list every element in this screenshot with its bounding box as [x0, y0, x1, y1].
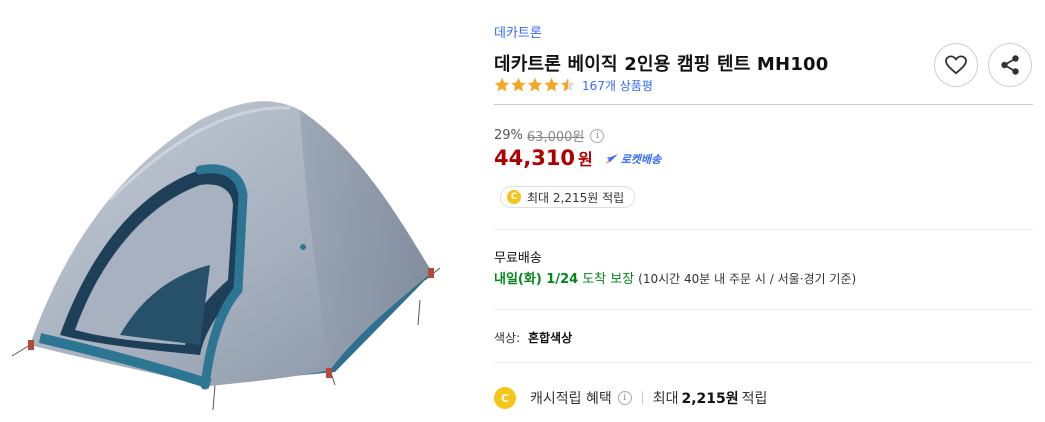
- star-rating: [494, 77, 576, 93]
- arrival-note: (10시간 40분 내 주문 시 / 서울·경기 기준): [638, 272, 857, 286]
- cash-benefit-label: 캐시적립 혜택: [530, 391, 612, 407]
- heart-icon: [945, 55, 967, 75]
- rocket-icon: [605, 154, 618, 164]
- divider: [494, 309, 1033, 310]
- cash-benefit-row: C 캐시적립 혜택 i 최대 2,215원 적립: [494, 387, 767, 409]
- review-count-link[interactable]: 167개 상품평: [582, 77, 653, 94]
- info-icon[interactable]: i: [590, 128, 605, 143]
- discount-rate: 29%: [494, 128, 523, 143]
- cash-benefit-amount: 2,215원: [681, 391, 739, 407]
- tent-illustration: [11, 101, 441, 411]
- separator: [641, 391, 643, 405]
- product-info-panel: 데카트론 데카트론 베이직 2인용 캠핑 텐트 MH100 167개 상품평 2…: [494, 0, 1034, 422]
- sale-price: 44,310: [494, 146, 576, 170]
- product-title: 데카트론 베이직 2인용 캠핑 텐트 MH100: [494, 54, 829, 75]
- original-price: 63,000원: [526, 130, 585, 145]
- brand-link[interactable]: 데카트론: [494, 22, 542, 41]
- product-image[interactable]: [0, 0, 460, 422]
- share-icon: [1001, 55, 1019, 75]
- price-discount-row: 29% 63,000원 i: [494, 126, 605, 145]
- divider: [494, 104, 1033, 105]
- coin-icon: C: [494, 387, 516, 409]
- divider: [494, 229, 1033, 230]
- shipping-fee-label: 무료배송: [494, 251, 542, 266]
- color-option-label: 색상:: [494, 331, 521, 345]
- sale-price-row: 44,310 원 로켓배송: [494, 146, 661, 170]
- arrival-date: 내일(화) 1/24: [494, 272, 579, 287]
- info-icon[interactable]: i: [617, 391, 632, 405]
- cash-reward-pill: C 최대 2,215원 적립: [500, 186, 636, 208]
- rocket-label: 로켓배송: [620, 153, 662, 166]
- stars-icon: [494, 77, 576, 92]
- color-option: 색상: 혼합색상: [494, 329, 572, 346]
- arrival-info: 내일(화) 1/24 도착 보장 (10시간 40분 내 주문 시 / 서울·경…: [494, 268, 856, 287]
- share-button[interactable]: [988, 43, 1032, 87]
- rating-row[interactable]: 167개 상품평: [494, 76, 653, 94]
- cash-reward-text: 최대 2,215원 적립: [527, 190, 625, 205]
- rocket-delivery-badge: 로켓배송: [605, 151, 661, 167]
- arrival-guarantee: 도착 보장: [582, 272, 635, 287]
- coin-icon: C: [507, 190, 521, 204]
- color-option-value: 혼합색상: [527, 331, 573, 345]
- divider: [494, 362, 1033, 363]
- currency-unit: 원: [578, 150, 593, 169]
- cash-benefit-prefix: 최대: [652, 391, 679, 407]
- cash-benefit-suffix: 적립: [741, 391, 768, 407]
- wishlist-button[interactable]: [934, 43, 978, 87]
